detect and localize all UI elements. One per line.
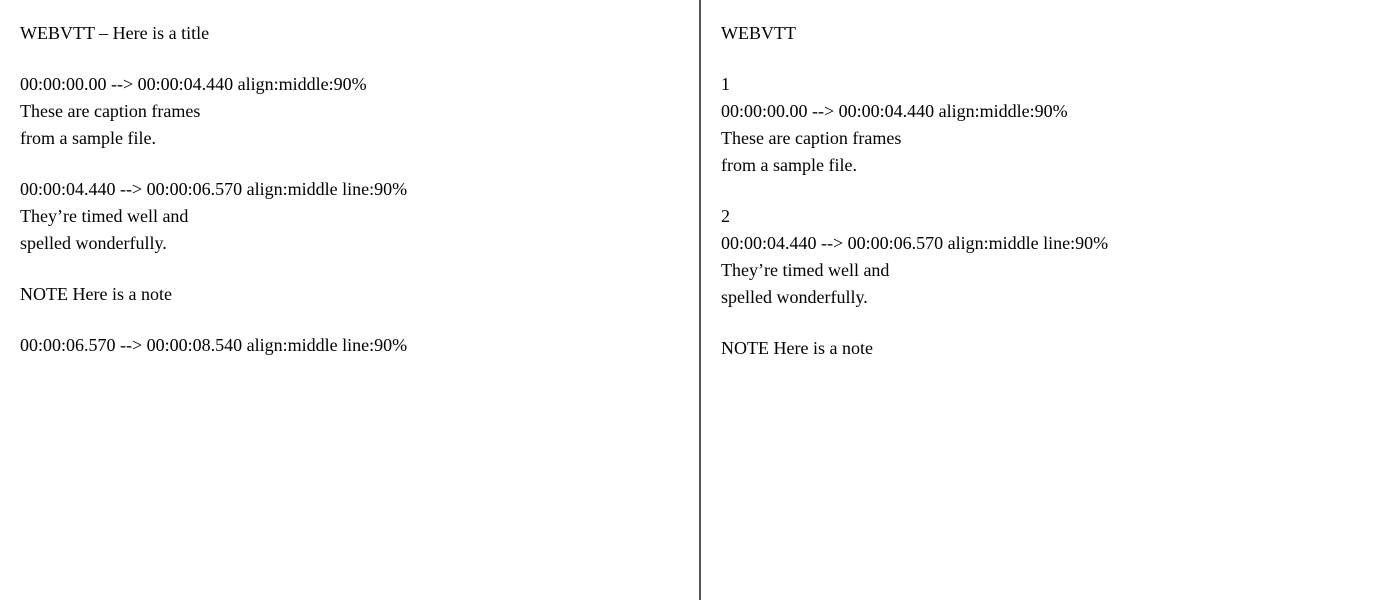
line-left-block-3-2: spelled wonderfully. <box>20 230 679 257</box>
line-right-block-2-3: from a sample file. <box>721 152 1380 179</box>
line-left-block-2-1: These are caption frames <box>20 98 679 125</box>
line-left-block-4-0: NOTE Here is a note <box>20 281 679 308</box>
line-left-block-3-0: 00:00:04.440 --> 00:00:06.570 align:midd… <box>20 176 679 203</box>
line-left-block-2-0: 00:00:00.00 --> 00:00:04.440 align:middl… <box>20 71 679 98</box>
line-left-block-5-0: 00:00:06.570 --> 00:00:08.540 align:midd… <box>20 332 679 359</box>
line-right-block-3-3: spelled wonderfully. <box>721 284 1380 311</box>
line-left-block-3-1: They’re timed well and <box>20 203 679 230</box>
main-container: WEBVTT – Here is a title 00:00:00.00 --> … <box>0 0 1400 600</box>
line-right-block-3-2: They’re timed well and <box>721 257 1380 284</box>
line-left-block-2-2: from a sample file. <box>20 125 679 152</box>
line-right-block-2-2: These are caption frames <box>721 125 1380 152</box>
left-panel: WEBVTT – Here is a title 00:00:00.00 --> … <box>0 0 699 600</box>
block-right-block-4: NOTE Here is a note <box>721 335 1380 362</box>
block-left-block-3: 00:00:04.440 --> 00:00:06.570 align:midd… <box>20 176 679 257</box>
line-right-block-4-0: NOTE Here is a note <box>721 335 1380 362</box>
line-left-block-1-0: WEBVTT – Here is a title <box>20 20 679 47</box>
block-right-block-1: WEBVTT <box>721 20 1380 47</box>
right-panel: WEBVTT 100:00:00.00 --> 00:00:04.440 alig… <box>701 0 1400 600</box>
block-left-block-2: 00:00:00.00 --> 00:00:04.440 align:middl… <box>20 71 679 152</box>
block-right-block-2: 100:00:00.00 --> 00:00:04.440 align:midd… <box>721 71 1380 179</box>
line-right-block-3-0: 2 <box>721 203 1380 230</box>
line-right-block-3-1: 00:00:04.440 --> 00:00:06.570 align:midd… <box>721 230 1380 257</box>
block-left-block-4: NOTE Here is a note <box>20 281 679 308</box>
line-right-block-2-1: 00:00:00.00 --> 00:00:04.440 align:middl… <box>721 98 1380 125</box>
block-right-block-3: 200:00:04.440 --> 00:00:06.570 align:mid… <box>721 203 1380 311</box>
block-left-block-5: 00:00:06.570 --> 00:00:08.540 align:midd… <box>20 332 679 359</box>
block-left-block-1: WEBVTT – Here is a title <box>20 20 679 47</box>
line-right-block-1-0: WEBVTT <box>721 20 1380 47</box>
line-right-block-2-0: 1 <box>721 71 1380 98</box>
